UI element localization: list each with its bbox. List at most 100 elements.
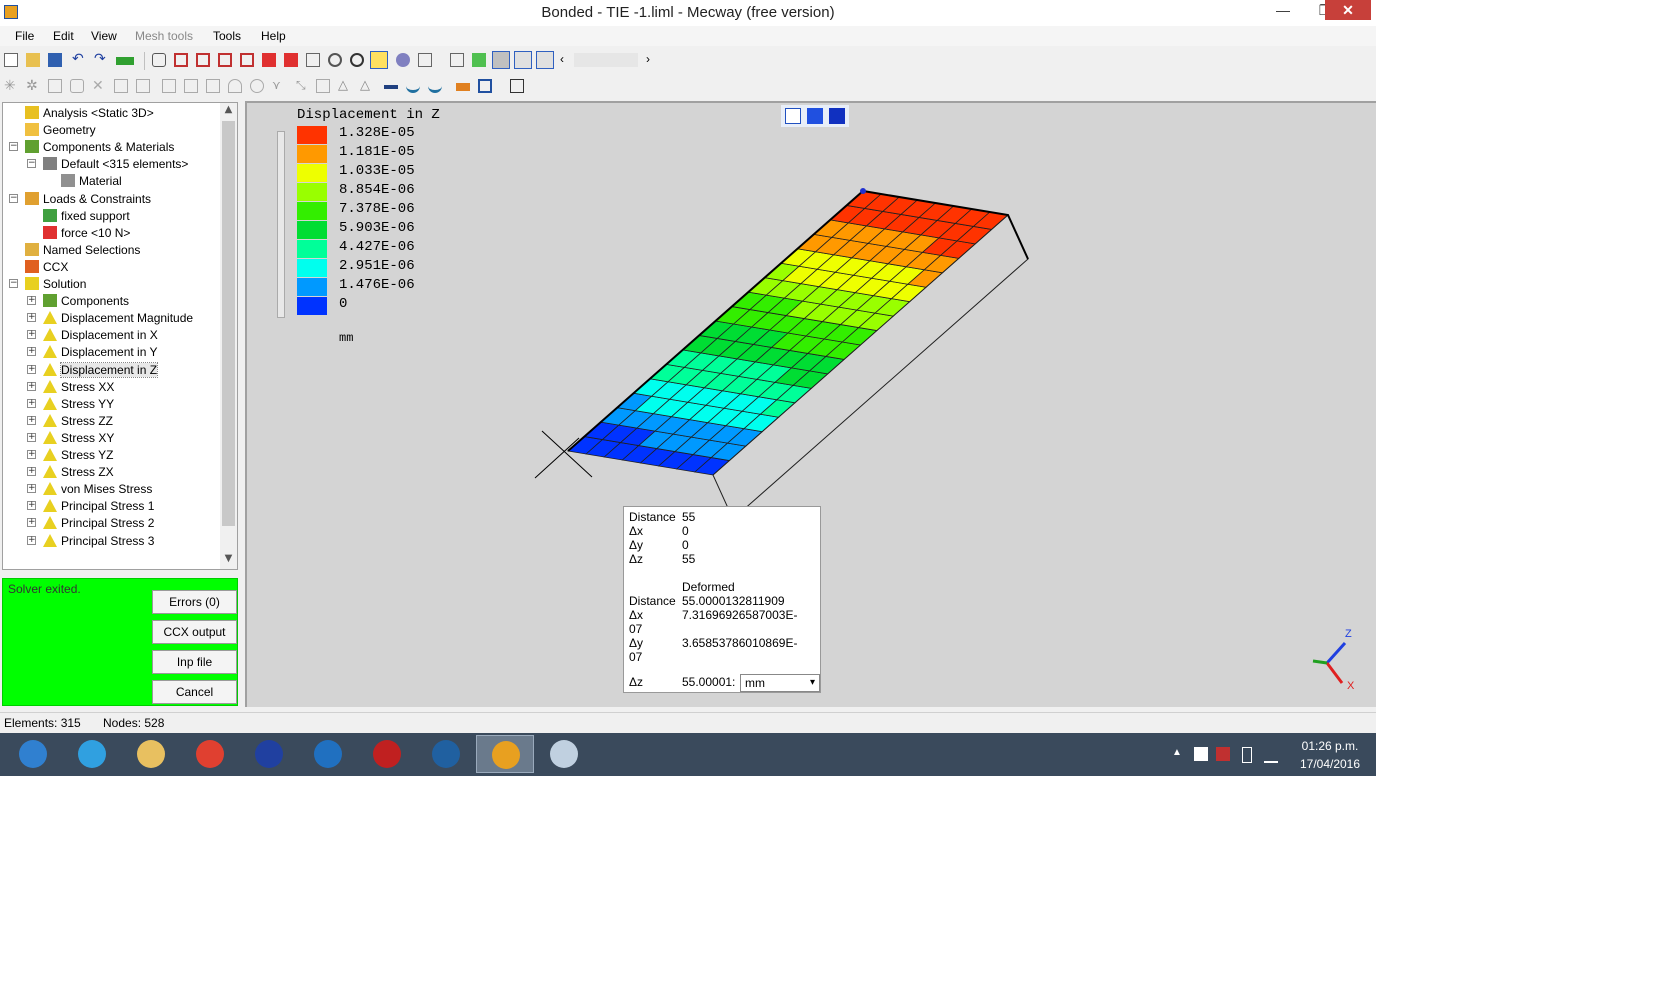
view-right-icon[interactable]: [240, 53, 254, 67]
expand-icon[interactable]: +: [27, 330, 36, 340]
menu-edit[interactable]: Edit: [53, 29, 74, 43]
battery-icon[interactable]: [1242, 747, 1252, 763]
cancel-button[interactable]: Cancel: [152, 680, 237, 704]
expand-icon[interactable]: +: [27, 364, 36, 374]
bar-icon[interactable]: [456, 83, 470, 91]
revolve-icon[interactable]: [228, 79, 242, 93]
view-left-icon[interactable]: [218, 53, 232, 67]
inp-file-button[interactable]: Inp file: [152, 650, 237, 674]
expand-icon[interactable]: +: [27, 467, 36, 477]
view-back-icon[interactable]: [196, 53, 210, 67]
arc-icon[interactable]: [406, 79, 420, 93]
expand-icon[interactable]: +: [27, 398, 36, 408]
collapse-icon[interactable]: −: [9, 193, 18, 203]
pan-icon[interactable]: [370, 51, 388, 69]
copy-icon[interactable]: [184, 79, 198, 93]
unit-select[interactable]: mm ▾: [740, 674, 820, 692]
tree-scrollbar-thumb[interactable]: [222, 121, 235, 526]
clock-time[interactable]: 01:26 p.m.: [1290, 739, 1370, 753]
refine-icon[interactable]: ⋎: [272, 79, 286, 93]
line-icon[interactable]: [384, 85, 398, 89]
scroll-right-icon[interactable]: ›: [646, 53, 660, 67]
collapse-icon[interactable]: −: [27, 159, 36, 169]
collapse-icon[interactable]: −: [9, 142, 18, 152]
volume-icon[interactable]: [1264, 747, 1278, 763]
view-top-icon[interactable]: [262, 53, 276, 67]
cylinder-icon[interactable]: [206, 79, 220, 93]
delete-icon[interactable]: ✕: [92, 78, 106, 93]
view-front-icon[interactable]: [174, 53, 188, 67]
select-box-icon[interactable]: [450, 53, 464, 67]
undo-icon[interactable]: ↶: [72, 52, 86, 67]
menu-mesh-tools[interactable]: Mesh tools: [135, 29, 193, 43]
expand-icon[interactable]: +: [27, 501, 36, 511]
redo-icon[interactable]: ↷: [94, 52, 108, 67]
app-red-gear-taskbar-button[interactable]: [358, 735, 416, 773]
table-icon[interactable]: [510, 79, 524, 93]
start-button-taskbar-button[interactable]: [4, 735, 62, 773]
open-file-icon[interactable]: [26, 53, 40, 67]
display-options-icon[interactable]: [396, 53, 410, 67]
menu-file[interactable]: File: [15, 29, 34, 43]
zoom-fit-icon[interactable]: [306, 53, 320, 67]
minimize-button[interactable]: —: [1262, 0, 1304, 20]
surface-icon[interactable]: [472, 53, 486, 67]
menu-tools[interactable]: Tools: [213, 29, 241, 43]
new-file-icon[interactable]: [4, 53, 18, 67]
transform-icon[interactable]: ⤡: [296, 79, 310, 93]
scroll-left-icon[interactable]: ‹: [560, 53, 574, 67]
menu-help[interactable]: Help: [261, 29, 286, 43]
view-iso-icon[interactable]: [152, 53, 166, 67]
save-icon[interactable]: [48, 53, 62, 67]
move-icon[interactable]: [162, 79, 176, 93]
legend-range-slider[interactable]: [277, 131, 285, 318]
file-explorer-taskbar-button[interactable]: [122, 735, 180, 773]
action-center-icon[interactable]: [1194, 747, 1208, 761]
shaded-view-icon[interactable]: [829, 108, 845, 124]
internet-explorer-taskbar-button[interactable]: [63, 735, 121, 773]
expand-icon[interactable]: +: [27, 415, 36, 425]
solid-view-icon[interactable]: [807, 108, 823, 124]
expand-icon[interactable]: +: [27, 313, 36, 323]
expand-icon[interactable]: +: [27, 535, 36, 545]
triangle-outline-icon[interactable]: △: [360, 78, 374, 93]
close-button[interactable]: ✕: [1325, 0, 1371, 20]
expand-icon[interactable]: +: [27, 518, 36, 528]
tray-expand-icon[interactable]: ▲: [1172, 747, 1182, 758]
convert-icon[interactable]: [316, 79, 330, 93]
menu-view[interactable]: View: [91, 29, 117, 43]
merge-icon[interactable]: ✲: [26, 78, 40, 93]
explode-icon[interactable]: ✳: [4, 78, 18, 93]
ccx-output-button[interactable]: CCX output: [152, 620, 237, 644]
select-mode-icon[interactable]: [418, 53, 432, 67]
errors-button[interactable]: Errors (0): [152, 590, 237, 614]
mirror-icon[interactable]: [136, 79, 150, 93]
3d-viewport[interactable]: Displacement in Z 1.328E-05 1.181E-05 1.03…: [245, 101, 1376, 707]
box-icon[interactable]: [48, 79, 62, 93]
view-bottom-icon[interactable]: [284, 53, 298, 67]
wireframe-icon[interactable]: [514, 51, 532, 69]
scroll-up-icon[interactable]: ▲: [222, 104, 235, 118]
rotate-icon[interactable]: [350, 53, 364, 67]
curve-icon[interactable]: [428, 79, 442, 93]
paint-taskbar-button[interactable]: [535, 735, 593, 773]
wireframe-view-icon[interactable]: [785, 108, 801, 124]
app-blue-arrow-taskbar-button[interactable]: [240, 735, 298, 773]
expand-icon[interactable]: +: [27, 450, 36, 459]
scroll-down-icon[interactable]: ▼: [222, 553, 235, 567]
expand-icon[interactable]: +: [27, 347, 36, 357]
app-steam-taskbar-button[interactable]: [417, 735, 475, 773]
expand-icon[interactable]: +: [27, 432, 36, 442]
timeline-slider[interactable]: [574, 53, 638, 67]
extrude-icon[interactable]: [70, 79, 84, 93]
expand-icon[interactable]: +: [27, 484, 36, 494]
chrome-taskbar-button[interactable]: [181, 735, 239, 773]
shaded-icon[interactable]: [492, 51, 510, 69]
sweep-icon[interactable]: [250, 79, 264, 93]
triangle-icon[interactable]: △: [338, 78, 352, 93]
grid-icon[interactable]: [478, 79, 492, 93]
network-icon[interactable]: [1216, 747, 1230, 761]
expand-icon[interactable]: +: [27, 381, 36, 391]
expand-icon[interactable]: +: [27, 296, 36, 306]
split-icon[interactable]: [114, 79, 128, 93]
